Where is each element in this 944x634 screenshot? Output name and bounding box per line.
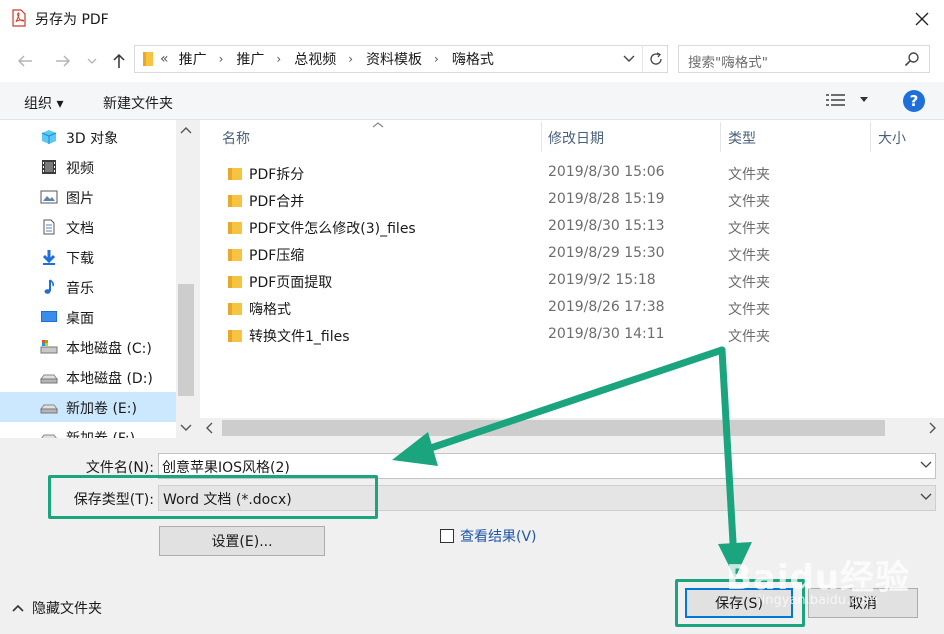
watermark-url: jingyan.baidu.com [758, 593, 878, 608]
annotation-arrows [392, 346, 752, 578]
watermark-logo: Baidu经验 [726, 558, 911, 598]
